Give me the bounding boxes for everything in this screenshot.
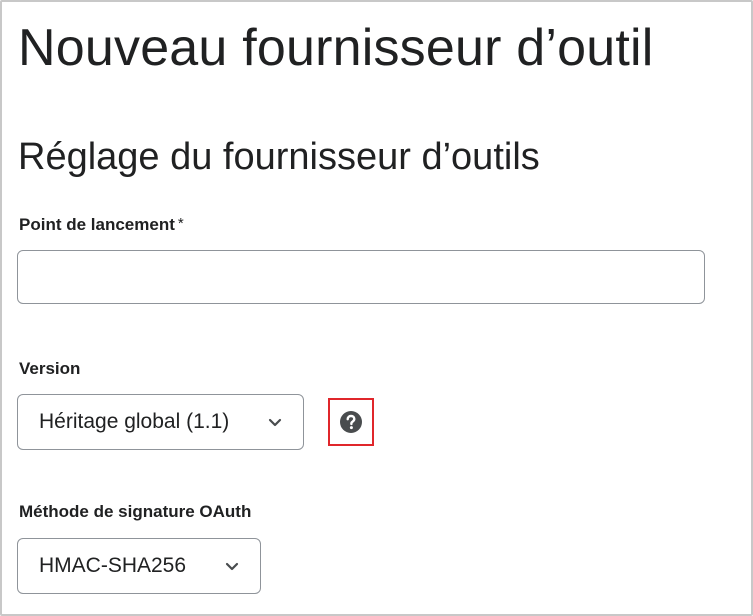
page-title: Nouveau fournisseur d’outil — [18, 19, 654, 77]
version-label: Version — [19, 359, 81, 378]
oauth-select[interactable]: HMAC-SHA256 — [17, 538, 261, 594]
version-help-button[interactable] — [328, 398, 374, 446]
launch-point-label: Point de lancement * — [19, 214, 184, 236]
version-select[interactable]: Héritage global (1.1) — [17, 394, 304, 450]
section-title: Réglage du fournisseur d’outils — [18, 136, 540, 178]
chevron-down-icon — [268, 418, 282, 427]
window-frame: Nouveau fournisseur d’outil Réglage du f… — [0, 0, 753, 616]
launch-point-label-text: Point de lancement — [19, 215, 175, 234]
chevron-down-icon — [225, 562, 239, 571]
version-select-value: Héritage global (1.1) — [39, 410, 230, 433]
question-circle-icon — [340, 411, 362, 433]
oauth-label: Méthode de signature OAuth — [19, 502, 252, 521]
launch-point-input[interactable] — [17, 250, 705, 304]
required-marker: * — [177, 215, 184, 232]
oauth-select-value: HMAC-SHA256 — [39, 554, 187, 577]
